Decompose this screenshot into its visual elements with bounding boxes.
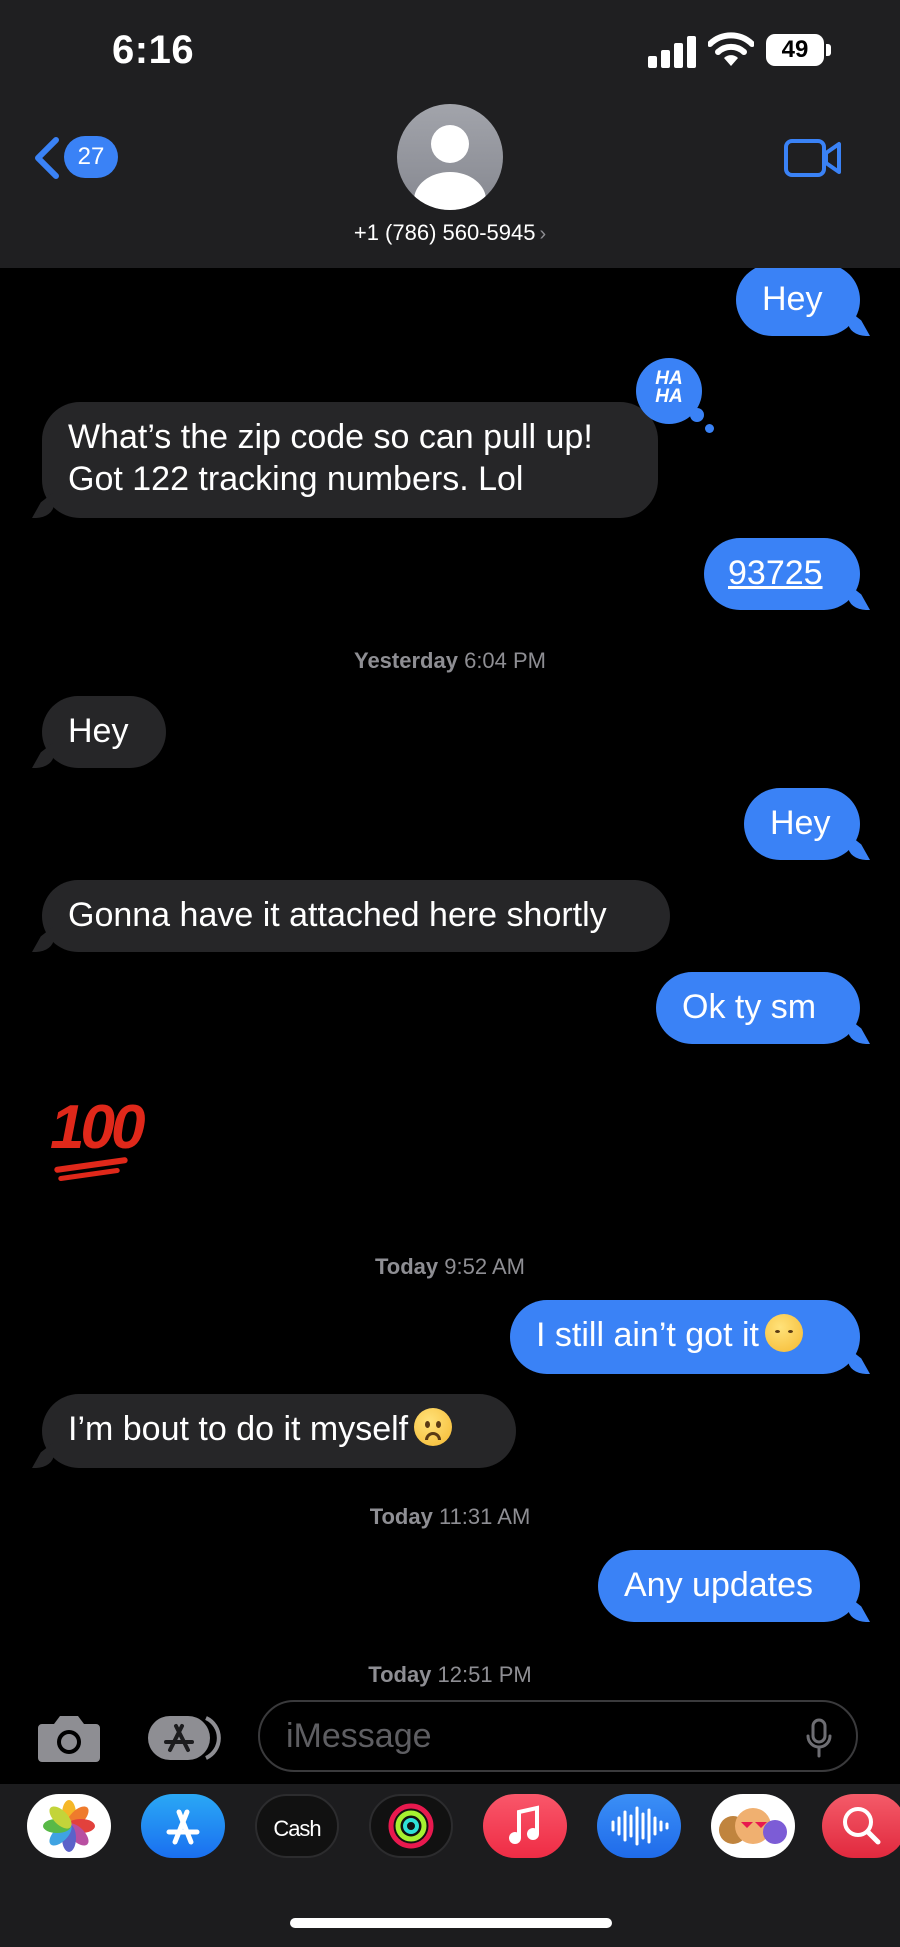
timestamp-day: Today xyxy=(368,1662,432,1687)
message-outgoing[interactable]: Hey xyxy=(744,788,860,860)
status-time: 6:16 xyxy=(112,28,195,72)
activity-icon[interactable] xyxy=(369,1794,453,1858)
home-indicator[interactable] xyxy=(290,1918,612,1928)
timestamp-time: 12:51 PM xyxy=(437,1662,532,1687)
apple-cash-icon[interactable]: Cash xyxy=(255,1794,339,1858)
microphone-icon[interactable] xyxy=(806,1718,832,1758)
person-icon xyxy=(414,125,486,210)
voice-memo-icon[interactable] xyxy=(597,1794,681,1858)
timestamp: Today 12:51 PM xyxy=(0,1662,900,1688)
sleepy-face-emoji xyxy=(764,1314,803,1352)
apps-store-button[interactable] xyxy=(146,1714,222,1762)
contact-name[interactable]: +1 (786) 560-5945 › xyxy=(0,220,900,246)
message-text-line: Got 122 tracking numbers. Lol xyxy=(68,460,524,498)
message-text: I still ain’t got it xyxy=(536,1316,759,1354)
photos-icon[interactable] xyxy=(27,1794,111,1858)
chevron-right-icon: › xyxy=(539,223,547,245)
frowning-face-emoji xyxy=(414,1408,453,1446)
message-outgoing[interactable]: Hey xyxy=(736,264,860,336)
reaction-label: HA HA xyxy=(655,368,683,407)
unread-count-badge: 27 xyxy=(64,136,118,178)
memoji-icon[interactable] xyxy=(711,1794,795,1858)
message-text: Ok ty sm xyxy=(682,988,817,1026)
message-incoming[interactable]: Hey xyxy=(42,696,166,768)
chevron-left-icon xyxy=(35,137,59,179)
message-text: Hey xyxy=(68,712,129,750)
contact-number: +1 (786) 560-5945 xyxy=(353,220,536,245)
back-button[interactable]: 27 xyxy=(32,132,122,184)
hundred-points-emoji[interactable]: 100 xyxy=(50,1092,145,1163)
music-icon[interactable] xyxy=(483,1794,567,1858)
battery-indicator: 49 xyxy=(766,34,824,66)
message-text: Hey xyxy=(762,280,823,318)
message-outgoing[interactable]: Any updates xyxy=(598,1550,860,1622)
timestamp: Yesterday 6:04 PM xyxy=(0,648,900,674)
message-outgoing[interactable]: Ok ty sm xyxy=(656,972,860,1044)
apple-cash-label: Cash xyxy=(273,1816,321,1841)
message-text: Any updates xyxy=(624,1566,814,1604)
timestamp: Today 9:52 AM xyxy=(0,1254,900,1280)
reaction-tail-dot xyxy=(705,424,714,433)
battery-nub xyxy=(826,44,831,56)
timestamp: Today 11:31 AM xyxy=(0,1504,900,1530)
cellular-signal-icon xyxy=(648,36,696,68)
message-incoming[interactable]: What’s the zip code so can pull up! Got … xyxy=(42,402,658,518)
compose-bar xyxy=(0,1688,900,1784)
timestamp-time: 9:52 AM xyxy=(444,1254,525,1279)
timestamp-time: 6:04 PM xyxy=(464,648,547,673)
haha-reaction-icon[interactable]: HA HA xyxy=(636,358,702,424)
message-text: Hey xyxy=(770,804,831,842)
message-text: I’m bout to do it myself xyxy=(68,1410,409,1448)
wifi-icon xyxy=(708,32,754,66)
contact-avatar[interactable] xyxy=(397,104,503,210)
timestamp-day: Today xyxy=(369,1504,433,1529)
message-incoming[interactable]: Gonna have it attached here shortly xyxy=(42,880,670,952)
camera-icon[interactable] xyxy=(36,1712,102,1764)
facetime-video-button[interactable] xyxy=(784,138,842,178)
search-images-icon[interactable] xyxy=(822,1794,900,1858)
zip-code-link[interactable]: 93725 xyxy=(728,554,823,592)
timestamp-time: 11:31 AM xyxy=(438,1504,531,1529)
app-store-icon[interactable] xyxy=(141,1794,225,1858)
message-text-line: What’s the zip code so can pull up! xyxy=(68,418,593,456)
timestamp-day: Today xyxy=(375,1254,439,1279)
message-outgoing[interactable]: 93725 xyxy=(704,538,860,610)
message-input[interactable] xyxy=(258,1700,858,1772)
timestamp-day: Yesterday xyxy=(353,648,458,673)
message-text: Gonna have it attached here shortly xyxy=(68,896,607,934)
message-outgoing[interactable]: I still ain’t got it xyxy=(510,1300,860,1374)
conversation-header: 6:16 49 27 +1 (786) 560-5945 › xyxy=(0,0,900,268)
message-incoming[interactable]: I’m bout to do it myself xyxy=(42,1394,516,1468)
